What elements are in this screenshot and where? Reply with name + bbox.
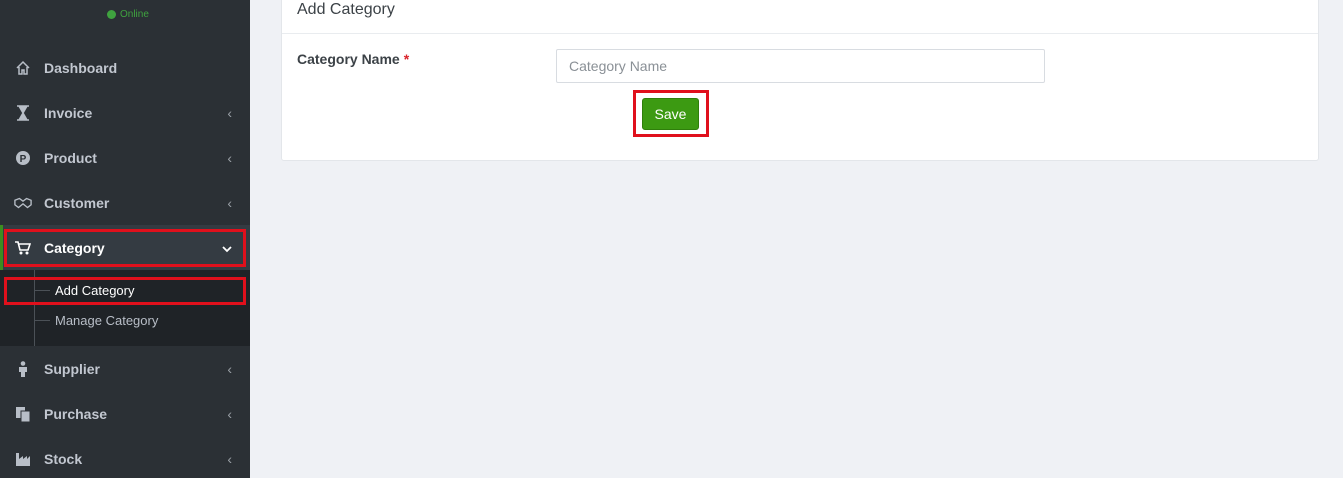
category-name-input[interactable] — [556, 49, 1045, 83]
user-status: Online — [107, 9, 149, 20]
category-name-label: Category Name * — [297, 51, 409, 67]
person-icon — [14, 360, 32, 378]
svg-text:P: P — [20, 154, 27, 165]
sidebar-item-customer[interactable]: Customer ‹ — [0, 180, 250, 225]
sidebar-item-purchase[interactable]: Purchase ‹ — [0, 391, 250, 436]
hourglass-icon — [14, 104, 32, 122]
add-category-highlight-box — [4, 277, 246, 305]
handshake-icon — [14, 194, 32, 212]
home-icon — [14, 59, 32, 77]
sidebar-item-label: Invoice — [44, 104, 93, 121]
sidebar-item-label: Customer — [44, 194, 110, 211]
sidebar-item-product[interactable]: P Product ‹ — [0, 135, 250, 180]
save-highlight-box — [633, 90, 709, 137]
field-label-text: Category Name — [297, 51, 400, 67]
add-category-card: Add Category Category Name* Save — [281, 0, 1319, 161]
tree-branch — [34, 319, 50, 321]
category-highlight-box — [4, 229, 246, 267]
sidebar-item-label: Supplier — [44, 360, 101, 377]
sidebar: Online Dashboard Invoice ‹ P Product ‹ C… — [0, 0, 250, 478]
copy-icon — [14, 405, 32, 423]
card-header: Add Category — [282, 0, 1318, 34]
sidebar-item-stock[interactable]: Stock ‹ — [0, 436, 250, 478]
chevron-left-icon: ‹ — [227, 360, 232, 377]
status-text: Online — [120, 9, 149, 20]
submenu-item-label: Manage Category — [55, 312, 159, 328]
required-asterisk: * — [403, 51, 410, 67]
sidebar-item-label: Purchase — [44, 405, 108, 422]
card-title: Add Category — [297, 1, 395, 18]
sidebar-item-label: Product — [44, 149, 97, 166]
sidebar-item-label: Dashboard — [44, 59, 118, 76]
industry-icon — [14, 450, 32, 468]
sidebar-item-invoice[interactable]: Invoice ‹ — [0, 90, 250, 135]
chevron-left-icon: ‹ — [227, 149, 232, 166]
chevron-left-icon: ‹ — [227, 194, 232, 211]
sidebar-item-label: Stock — [44, 450, 83, 467]
product-p-icon: P — [14, 149, 32, 167]
submenu-item-manage-category[interactable]: Manage Category — [0, 306, 250, 334]
online-dot-icon — [107, 10, 116, 19]
chevron-left-icon: ‹ — [227, 450, 232, 467]
chevron-left-icon: ‹ — [227, 104, 232, 121]
sidebar-item-dashboard[interactable]: Dashboard — [0, 45, 250, 90]
chevron-left-icon: ‹ — [227, 405, 232, 422]
sidebar-item-supplier[interactable]: Supplier ‹ — [0, 346, 250, 391]
